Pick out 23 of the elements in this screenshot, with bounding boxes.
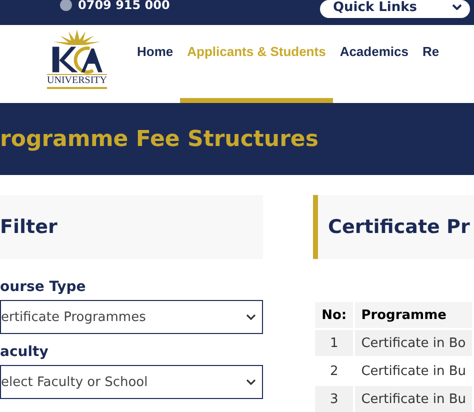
chevron-down-icon xyxy=(246,379,256,385)
select-dropdown[interactable]: ertificate Programmes xyxy=(0,300,263,334)
logo-wordmark: UNIVERSITY xyxy=(47,74,107,89)
nav-link[interactable]: Academics xyxy=(332,25,416,103)
page-title: rogramme Fee Structures xyxy=(0,126,318,152)
table-cell: Certificate in Bu xyxy=(355,386,472,412)
column-header: No: xyxy=(315,302,354,328)
results-title: Certificate Pr xyxy=(328,216,470,238)
column-header: Programme xyxy=(355,302,472,328)
sun-rays-icon xyxy=(51,28,103,45)
chevron-down-icon xyxy=(246,314,256,320)
select-dropdown[interactable]: elect Faculty or School xyxy=(0,365,263,399)
phone-number: 0709 915 000 xyxy=(78,0,170,12)
table-cell: 1 xyxy=(315,330,354,356)
table-cell: 3 xyxy=(315,386,354,412)
chevron-down-icon xyxy=(452,4,462,10)
quick-links-dropdown[interactable]: Quick Links xyxy=(320,0,470,18)
nav-link[interactable]: Re xyxy=(415,25,446,103)
field-label: aculty xyxy=(0,344,50,360)
nav-link[interactable]: Home xyxy=(130,25,180,103)
table-cell: Certificate in Bo xyxy=(355,330,472,356)
filter-title: Filter xyxy=(0,216,58,238)
field-label: ourse Type xyxy=(0,279,87,295)
